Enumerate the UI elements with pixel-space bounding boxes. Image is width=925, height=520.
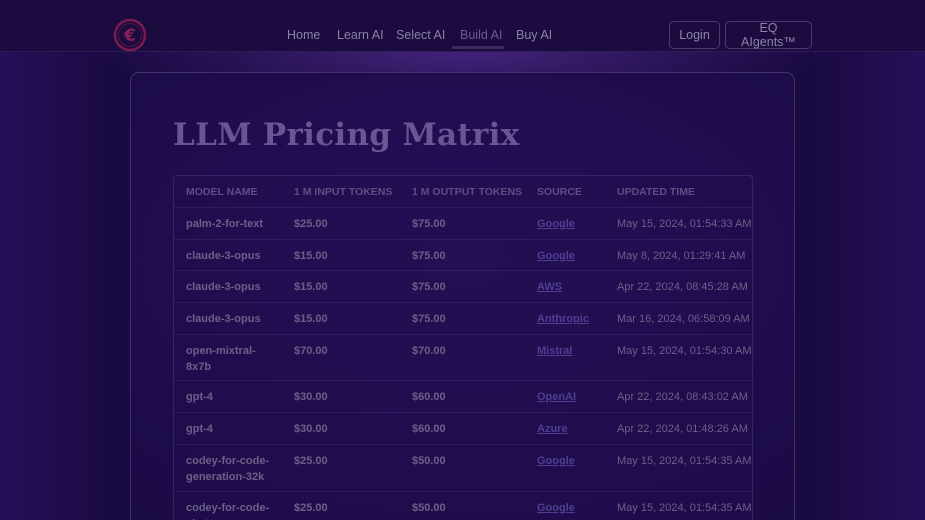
output-price-cell: $50.00 bbox=[412, 502, 446, 514]
output-price-cell: $60.00 bbox=[412, 423, 446, 435]
input-price-cell: $15.00 bbox=[294, 281, 328, 293]
table-row bbox=[174, 412, 752, 413]
updated-time-cell: May 15, 2024, 01:54:30 AM bbox=[617, 345, 752, 357]
input-price-cell: $15.00 bbox=[294, 250, 328, 262]
output-price-cell: $75.00 bbox=[412, 281, 446, 293]
input-price-cell: $25.00 bbox=[294, 502, 328, 514]
output-price-cell: $75.00 bbox=[412, 218, 446, 230]
table-row bbox=[174, 334, 752, 335]
source-link[interactable]: Google bbox=[537, 453, 575, 469]
model-name-cell: open-mixtral-8x7b bbox=[186, 345, 256, 373]
model-name-cell: claude-3-opus bbox=[186, 313, 261, 325]
nav-buy-ai[interactable]: Buy AI bbox=[516, 28, 552, 42]
model-name-cell: gpt-4 bbox=[186, 423, 213, 435]
updated-time-cell: Apr 22, 2024, 01:48:26 AM bbox=[617, 423, 748, 435]
model-name-cell: gpt-4 bbox=[186, 391, 213, 403]
source-link[interactable]: Mistral bbox=[537, 343, 572, 359]
table-row bbox=[174, 380, 752, 381]
nav-select-ai[interactable]: Select AI bbox=[396, 28, 445, 42]
top-navbar: € Home Learn AI Select AI Build AI Buy A… bbox=[0, 0, 925, 52]
source-link[interactable]: Google bbox=[537, 216, 575, 232]
output-price-cell: $75.00 bbox=[412, 313, 446, 325]
nav-home[interactable]: Home bbox=[287, 28, 320, 42]
login-button[interactable]: Login bbox=[669, 21, 720, 49]
source-link[interactable]: Azure bbox=[537, 421, 568, 437]
output-price-cell: $70.00 bbox=[412, 345, 446, 357]
nav-learn-ai[interactable]: Learn AI bbox=[337, 28, 384, 42]
brand-logo-icon[interactable]: € bbox=[113, 18, 147, 52]
output-price-cell: $50.00 bbox=[412, 455, 446, 467]
input-price-cell: $15.00 bbox=[294, 313, 328, 325]
table-row bbox=[174, 270, 752, 271]
table-row bbox=[174, 239, 752, 240]
output-price-cell: $75.00 bbox=[412, 250, 446, 262]
model-name-cell: claude-3-opus bbox=[186, 281, 261, 293]
table-row bbox=[174, 302, 752, 303]
column-header-source[interactable]: SOURCE bbox=[537, 186, 582, 198]
page-title: LLM Pricing Matrix bbox=[173, 117, 520, 153]
table-row bbox=[174, 444, 752, 445]
updated-time-cell: May 15, 2024, 01:54:35 AM bbox=[617, 455, 752, 467]
table-row bbox=[174, 491, 752, 492]
model-name-cell: claude-3-opus bbox=[186, 250, 261, 262]
active-nav-indicator bbox=[452, 46, 504, 49]
source-link[interactable]: Google bbox=[537, 500, 575, 516]
input-price-cell: $25.00 bbox=[294, 455, 328, 467]
updated-time-cell: May 15, 2024, 01:54:33 AM bbox=[617, 218, 752, 230]
source-link[interactable]: OpenAI bbox=[537, 389, 576, 405]
input-price-cell: $25.00 bbox=[294, 218, 328, 230]
nav-build-ai[interactable]: Build AI bbox=[460, 28, 502, 42]
input-price-cell: $30.00 bbox=[294, 423, 328, 435]
updated-time-cell: May 8, 2024, 01:29:41 AM bbox=[617, 250, 746, 262]
model-name-cell: codey-for-code-generation-32k bbox=[186, 455, 270, 483]
brand-logo-letter: € bbox=[123, 26, 136, 46]
column-header-model-name[interactable]: MODEL NAME bbox=[186, 186, 258, 198]
input-price-cell: $30.00 bbox=[294, 391, 328, 403]
column-header-updated-time[interactable]: UPDATED TIME bbox=[617, 186, 695, 198]
source-link[interactable]: Anthropic bbox=[537, 311, 589, 327]
input-price-cell: $70.00 bbox=[294, 345, 328, 357]
eq-aigents-button[interactable]: EQ AIgents™ bbox=[725, 21, 812, 49]
output-price-cell: $60.00 bbox=[412, 391, 446, 403]
model-name-cell: codey-for-code-chat bbox=[186, 502, 270, 520]
table-row bbox=[174, 207, 752, 208]
updated-time-cell: May 15, 2024, 01:54:35 AM bbox=[617, 502, 752, 514]
source-link[interactable]: Google bbox=[537, 248, 575, 264]
column-header-input-tokens[interactable]: 1 M INPUT TOKENS bbox=[294, 186, 392, 198]
updated-time-cell: Mar 16, 2024, 06:58:09 AM bbox=[617, 313, 750, 325]
column-header-output-tokens[interactable]: 1 M OUTPUT TOKENS bbox=[412, 186, 522, 198]
updated-time-cell: Apr 22, 2024, 08:43:02 AM bbox=[617, 391, 748, 403]
updated-time-cell: Apr 22, 2024, 08:45:28 AM bbox=[617, 281, 748, 293]
model-name-cell: palm-2-for-text bbox=[186, 218, 264, 230]
source-link[interactable]: AWS bbox=[537, 279, 562, 295]
